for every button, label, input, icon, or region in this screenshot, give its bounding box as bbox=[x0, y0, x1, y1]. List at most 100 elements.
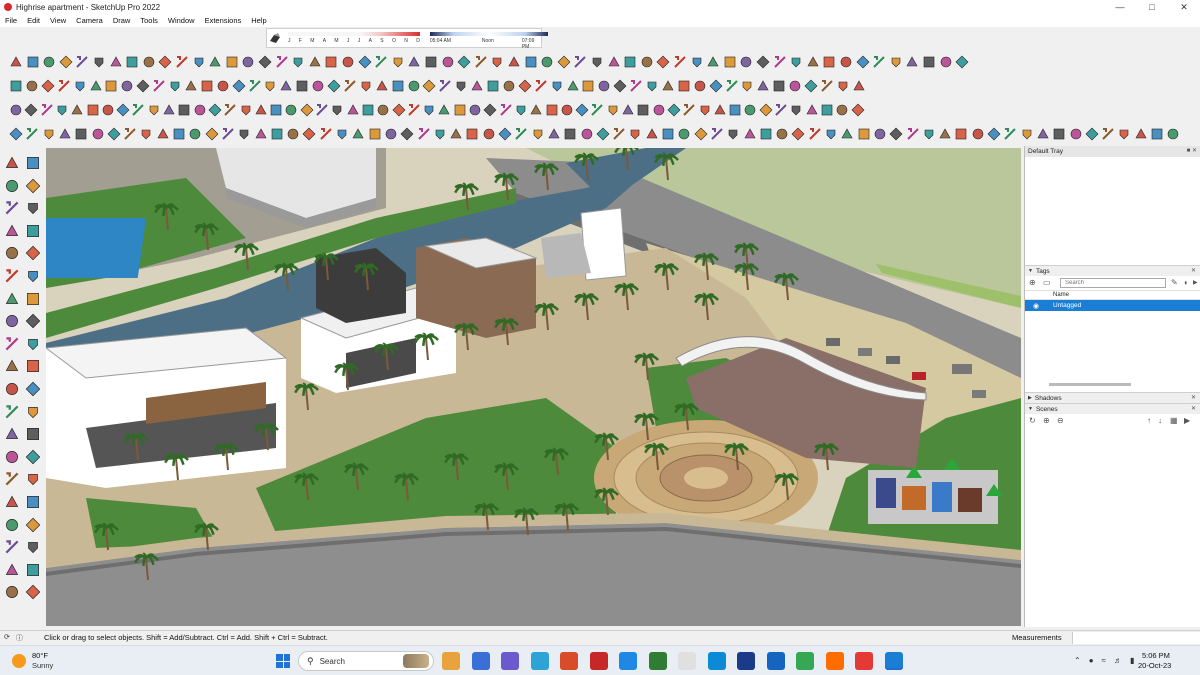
text-tool-icon[interactable] bbox=[69, 102, 85, 118]
rectangle-tool-icon[interactable] bbox=[383, 126, 399, 142]
push-pull-tool-icon[interactable] bbox=[3, 448, 21, 466]
menu-extensions[interactable]: Extensions bbox=[200, 16, 247, 25]
paint-bucket-tool-icon[interactable] bbox=[3, 516, 21, 534]
scale-tool-icon[interactable] bbox=[823, 126, 839, 142]
measurements-input[interactable] bbox=[1072, 632, 1200, 644]
zoom-tool-icon[interactable] bbox=[3, 561, 21, 579]
zoom-tool-icon[interactable] bbox=[937, 126, 953, 142]
scale-tool-icon[interactable] bbox=[3, 244, 21, 262]
model-viewport[interactable] bbox=[46, 148, 1021, 626]
offset-tool-icon[interactable] bbox=[24, 244, 42, 262]
start-button[interactable] bbox=[276, 654, 290, 668]
text-tool-icon[interactable] bbox=[644, 126, 660, 142]
tag-column-header[interactable]: Name bbox=[1025, 290, 1200, 300]
extension-tool-icon[interactable] bbox=[1019, 126, 1035, 142]
dimension-tool-icon[interactable] bbox=[672, 54, 688, 70]
polygon-tool-icon[interactable] bbox=[24, 425, 42, 443]
polygon-tool-icon[interactable] bbox=[1100, 126, 1116, 142]
circle-tool-icon[interactable] bbox=[482, 102, 498, 118]
offset-tool-icon[interactable] bbox=[497, 126, 513, 142]
rotate-tool-icon[interactable] bbox=[464, 126, 480, 142]
rectangle-tool-icon[interactable] bbox=[467, 102, 483, 118]
tags-scrollbar[interactable] bbox=[1049, 383, 1131, 386]
move-tool-icon[interactable] bbox=[660, 78, 676, 94]
menu-view[interactable]: View bbox=[45, 16, 71, 25]
extension-tool-icon[interactable] bbox=[3, 380, 21, 398]
offset-tool-icon[interactable] bbox=[374, 78, 390, 94]
circle-tool-icon[interactable] bbox=[24, 177, 42, 195]
pan-tool-icon[interactable] bbox=[3, 312, 21, 330]
circle-tool-icon[interactable] bbox=[399, 126, 415, 142]
system-tray-app-icon[interactable] bbox=[678, 652, 696, 670]
move-tool-icon[interactable] bbox=[448, 126, 464, 142]
move-up-icon[interactable]: ↑ bbox=[1147, 416, 1157, 426]
orbit-tool-icon[interactable] bbox=[3, 538, 21, 556]
move-tool-icon[interactable] bbox=[108, 54, 124, 70]
pan-tool-icon[interactable] bbox=[8, 102, 24, 118]
pan-tool-icon[interactable] bbox=[236, 126, 252, 142]
scale-tool-icon[interactable] bbox=[141, 54, 157, 70]
scale-tool-icon[interactable] bbox=[489, 54, 505, 70]
move-down-icon[interactable]: ↓ bbox=[1158, 416, 1168, 426]
orbit-tool-icon[interactable] bbox=[24, 290, 42, 308]
offset-tool-icon[interactable] bbox=[155, 126, 171, 142]
paint-bucket-tool-icon[interactable] bbox=[283, 102, 299, 118]
text-tool-icon[interactable] bbox=[3, 357, 21, 375]
circle-tool-icon[interactable] bbox=[612, 78, 628, 94]
eraser-tool-icon[interactable] bbox=[620, 102, 636, 118]
menu-camera[interactable]: Camera bbox=[71, 16, 108, 25]
follow-me-tool-icon[interactable] bbox=[375, 102, 391, 118]
scale-tool-icon[interactable] bbox=[481, 126, 497, 142]
section-tool-icon[interactable] bbox=[269, 126, 285, 142]
move-tool-icon[interactable] bbox=[24, 448, 42, 466]
dimension-tool-icon[interactable] bbox=[323, 54, 339, 70]
scale-tool-icon[interactable] bbox=[138, 126, 154, 142]
scenes-panel-header[interactable]: ▼ Scenes ✕ bbox=[1025, 403, 1200, 414]
line-tool-icon[interactable] bbox=[231, 78, 247, 94]
follow-me-tool-icon[interactable] bbox=[697, 102, 713, 118]
eraser-tool-icon[interactable] bbox=[755, 78, 771, 94]
add-scene-icon[interactable]: ⊕ bbox=[1043, 416, 1053, 426]
battery-icon[interactable]: ▮ bbox=[1130, 656, 1134, 665]
scale-tool-icon[interactable] bbox=[692, 78, 708, 94]
menu-tools[interactable]: Tools bbox=[135, 16, 163, 25]
menu-edit[interactable]: Edit bbox=[22, 16, 45, 25]
details-icon[interactable]: ▶ bbox=[1184, 416, 1194, 426]
paint-app-icon[interactable] bbox=[560, 652, 578, 670]
skype-app-icon[interactable] bbox=[707, 652, 726, 670]
pan-tool-icon[interactable] bbox=[453, 78, 469, 94]
pan-tool-icon[interactable] bbox=[240, 54, 256, 70]
zoom-tool-icon[interactable] bbox=[23, 102, 39, 118]
scale-tool-icon[interactable] bbox=[1165, 126, 1181, 142]
line-tool-icon[interactable] bbox=[565, 78, 581, 94]
rectangle-tool-icon[interactable] bbox=[725, 126, 741, 142]
shadows-panel-header[interactable]: ▶ Shadows ✕ bbox=[1025, 392, 1200, 403]
orbit-tool-icon[interactable] bbox=[224, 54, 240, 70]
clock-date[interactable]: 20-Oct-23 bbox=[1138, 661, 1171, 670]
extension-tool-icon[interactable] bbox=[215, 78, 231, 94]
shadow-toggle-button[interactable] bbox=[267, 29, 284, 47]
rotate-tool-icon[interactable] bbox=[122, 126, 138, 142]
arc-tool-icon[interactable] bbox=[367, 126, 383, 142]
eraser-tool-icon[interactable] bbox=[546, 126, 562, 142]
text-tool-icon[interactable] bbox=[655, 54, 671, 70]
close-icon[interactable]: ✕ bbox=[1191, 267, 1196, 274]
offset-tool-icon[interactable] bbox=[3, 493, 21, 511]
push-pull-tool-icon[interactable] bbox=[513, 102, 529, 118]
push-pull-tool-icon[interactable] bbox=[1116, 126, 1132, 142]
circle-tool-icon[interactable] bbox=[161, 102, 177, 118]
section-tool-icon[interactable] bbox=[485, 78, 501, 94]
rotate-tool-icon[interactable] bbox=[473, 54, 489, 70]
close-icon[interactable]: ✕ bbox=[1191, 394, 1196, 401]
month-slider[interactable]: J F M A M J J A S O N D bbox=[284, 29, 420, 47]
pan-tool-icon[interactable] bbox=[329, 102, 345, 118]
move-tool-icon[interactable] bbox=[850, 102, 866, 118]
weather-temperature[interactable]: 80°F bbox=[32, 651, 48, 660]
polygon-tool-icon[interactable] bbox=[73, 126, 89, 142]
arc-tool-icon[interactable] bbox=[722, 54, 738, 70]
text-tool-icon[interactable] bbox=[391, 102, 407, 118]
menu-file[interactable]: File bbox=[0, 16, 22, 25]
follow-me-tool-icon[interactable] bbox=[167, 78, 183, 94]
tape-measure-tool-icon[interactable] bbox=[724, 78, 740, 94]
sketchup-app-icon[interactable] bbox=[884, 652, 903, 670]
